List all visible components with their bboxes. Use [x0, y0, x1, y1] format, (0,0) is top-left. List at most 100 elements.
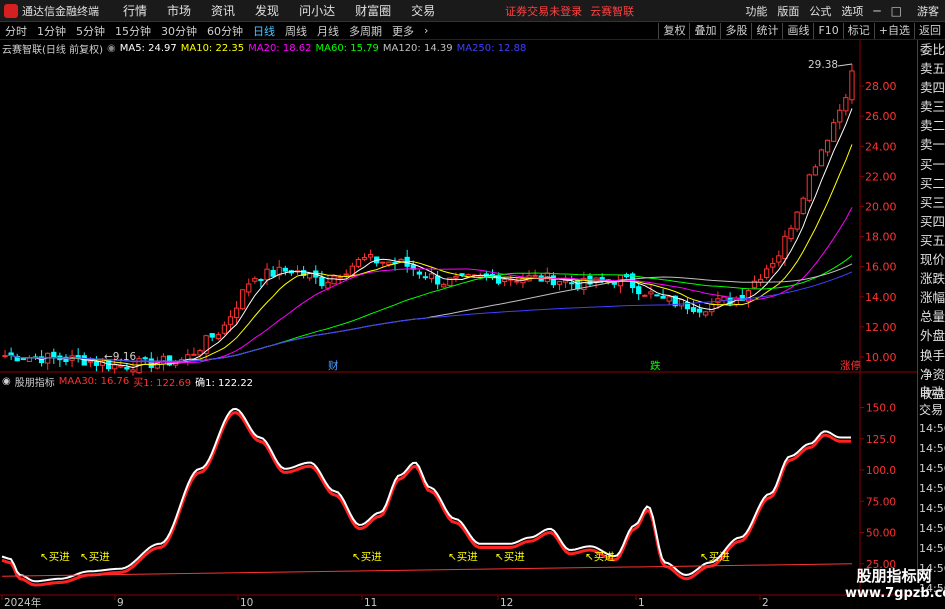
ma250-line: [4, 271, 853, 362]
candle-body: [148, 358, 154, 368]
candle-body: [197, 350, 203, 356]
candle-body: [666, 296, 672, 302]
candle-body: [112, 364, 118, 370]
price-tick-label: 16.00: [865, 261, 897, 274]
watermark-title: 股朋指标网: [856, 567, 932, 585]
ma10-line: [4, 144, 853, 366]
quote-field-7[interactable]: 买二: [918, 174, 945, 193]
quote-field-3[interactable]: 卖三: [918, 97, 945, 116]
candle-body: [130, 369, 136, 373]
candle-body: [319, 276, 325, 287]
candle-body: [660, 295, 666, 299]
trade-field-1[interactable]: 交易: [918, 401, 945, 419]
candle-body: [20, 357, 26, 361]
candle-body: [696, 308, 703, 313]
trade-field-0[interactable]: 自动: [918, 383, 945, 401]
candle-body: [386, 261, 392, 266]
indicator-tick-label: 75.00: [866, 496, 896, 508]
price-tick-label: 26.00: [865, 110, 897, 123]
quote-field-1[interactable]: 卖五: [918, 59, 945, 78]
quote-field-16[interactable]: 换手: [918, 346, 945, 365]
buy-signal-label: ↖买进: [40, 551, 70, 563]
candle-body: [227, 316, 234, 325]
candle-body: [367, 254, 374, 258]
candle-body: [648, 291, 654, 295]
quote-field-17[interactable]: 净资: [918, 365, 945, 384]
ma120-line: [4, 263, 853, 362]
candle-body: [435, 275, 441, 285]
candle-body: [556, 281, 563, 285]
watermark-url: www.7gpzb.com: [845, 586, 945, 601]
quote-field-9[interactable]: 买四: [918, 212, 945, 231]
ma20-line: [4, 207, 853, 364]
candle-body: [849, 70, 855, 101]
candle-body: [221, 324, 228, 334]
candle-body: [215, 334, 221, 339]
candle-body: [514, 280, 520, 283]
candle-body: [824, 139, 831, 153]
quote-field-0[interactable]: 委比: [918, 40, 945, 59]
quote-field-6[interactable]: 买一: [918, 155, 945, 174]
candle-body: [428, 273, 435, 279]
buy-signal-label: ↖买进: [585, 551, 615, 563]
candle-body: [459, 273, 465, 276]
quote-field-8[interactable]: 买三: [918, 193, 945, 212]
candle-body: [636, 286, 642, 295]
event-marker: 涨停: [840, 359, 861, 372]
quote-field-12[interactable]: 涨跌: [918, 269, 945, 288]
candle-body: [343, 273, 349, 276]
quote-field-4[interactable]: 卖二: [918, 116, 945, 135]
candle-body: [282, 267, 288, 272]
candle-body: [337, 276, 343, 279]
price-tick-label: 18.00: [865, 231, 897, 244]
quote-field-10[interactable]: 买五: [918, 231, 945, 250]
candle-body: [87, 360, 93, 363]
ma60-line: [4, 255, 853, 362]
candle-body: [709, 303, 715, 313]
quote-field-15[interactable]: 外盘: [918, 326, 945, 345]
candle-body: [502, 278, 508, 282]
candle-body: [398, 258, 404, 262]
quote-field-13[interactable]: 涨幅: [918, 288, 945, 307]
candle-body: [416, 271, 422, 275]
trade-time-1: 14:56: [919, 442, 945, 455]
low-price-label: ←9.16: [104, 351, 136, 363]
candle-body: [331, 275, 337, 285]
candle-body: [800, 197, 806, 215]
candle-body: [258, 278, 264, 281]
candle-body: [246, 283, 252, 293]
quote-field-5[interactable]: 卖一: [918, 135, 945, 154]
chart-canvas[interactable]: 29.38 ←9.16 ↖买进 ↖买进 ↖买进 ↖买进 ↖买进 ↖买进 ↖买进 28.00 26…: [0, 0, 945, 609]
candle-body: [361, 257, 368, 260]
candle-body: [51, 351, 57, 358]
high-price-label: 29.38: [808, 59, 838, 71]
candle-body: [93, 361, 100, 366]
trade-time-2: 14:56: [919, 462, 945, 475]
candle-body: [776, 255, 782, 263]
time-tick-label: 2: [762, 597, 769, 609]
indicator-tick-label: 150.0: [866, 403, 896, 415]
candle-body: [843, 97, 849, 112]
candle-body: [837, 109, 843, 123]
candle-body: [654, 294, 660, 297]
price-tick-label: 20.00: [865, 200, 897, 213]
price-tick-label: 28.00: [865, 80, 897, 93]
price-tick-label: 24.00: [865, 140, 897, 153]
candle-body: [569, 282, 575, 285]
candle-body: [690, 307, 697, 312]
candle-body: [782, 235, 788, 260]
trade-time-4: 14:56: [919, 502, 945, 515]
candle-body: [264, 268, 270, 281]
candle-body: [118, 365, 124, 368]
quote-field-2[interactable]: 卖四: [918, 78, 945, 97]
candle-body: [240, 289, 246, 310]
price-tick-label: 22.00: [865, 170, 897, 183]
candle-body: [678, 299, 684, 307]
indicator-tick-label: 100.0: [866, 465, 896, 477]
quote-field-11[interactable]: 现价: [918, 250, 945, 269]
quote-field-14[interactable]: 总量: [918, 307, 945, 326]
ma5-line: [4, 108, 853, 369]
candle-body: [380, 261, 386, 264]
price-tick-label: 12.00: [865, 321, 897, 334]
candle-body: [325, 281, 331, 289]
